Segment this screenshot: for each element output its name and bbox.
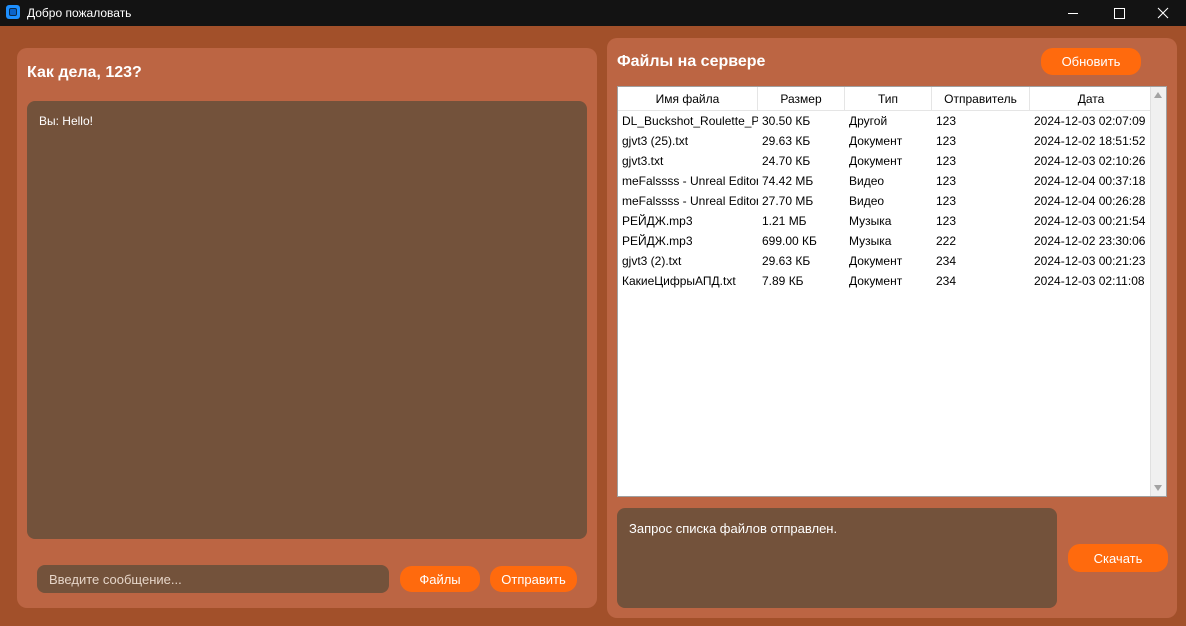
scroll-up-icon[interactable] (1154, 92, 1162, 98)
cell-date: 2024-12-02 18:51:52 (1034, 134, 1146, 148)
cell-type: Документ (849, 154, 903, 168)
column-header-date[interactable]: Дата (1030, 87, 1153, 111)
cell-type: Видео (849, 194, 885, 208)
cell-size: 1.21 МБ (762, 214, 807, 228)
chat-panel: Как дела, 123? Вы: Hello! Файлы Отправит… (17, 48, 597, 608)
status-area: Запрос списка файлов отправлен. (617, 508, 1057, 608)
cell-size: 30.50 КБ (762, 114, 811, 128)
send-button[interactable]: Отправить (490, 566, 577, 592)
cell-name: gjvt3.txt (622, 154, 664, 168)
chat-message: Вы: Hello! (39, 114, 93, 128)
cell-date: 2024-12-04 00:26:28 (1034, 194, 1146, 208)
cell-type: Другой (849, 114, 888, 128)
table-header: Имя файла Размер Тип Отправитель Дата (618, 87, 1153, 111)
table-row[interactable]: РЕЙДЖ.mp3 699.00 КБ Музыка 222 2024-12-0… (618, 231, 1153, 251)
table-row[interactable]: meFalssss - Unreal Editor 74.42 МБ Видео… (618, 171, 1153, 191)
cell-size: 29.63 КБ (762, 134, 811, 148)
cell-name: gjvt3 (25).txt (622, 134, 689, 148)
title-bar[interactable]: Добро пожаловать (0, 0, 1186, 26)
cell-type: Документ (849, 134, 903, 148)
cell-type: Документ (849, 254, 903, 268)
maximize-icon (1113, 7, 1125, 19)
table-row[interactable]: gjvt3 (2).txt 29.63 КБ Документ 234 2024… (618, 251, 1153, 271)
cell-sender: 123 (936, 134, 957, 148)
cell-sender: 123 (936, 154, 957, 168)
cell-type: Музыка (849, 214, 892, 228)
cell-name: DL_Buckshot_Roulette_P (622, 114, 758, 128)
maximize-button[interactable] (1096, 0, 1142, 26)
cell-size: 24.70 КБ (762, 154, 811, 168)
cell-name: РЕЙДЖ.mp3 (622, 214, 693, 228)
cell-date: 2024-12-04 00:37:18 (1034, 174, 1146, 188)
cell-size: 7.89 КБ (762, 274, 804, 288)
table-row[interactable]: meFalssss - Unreal Editor 27.70 МБ Видео… (618, 191, 1153, 211)
cell-sender: 123 (936, 214, 957, 228)
cell-date: 2024-12-03 02:07:09 (1034, 114, 1146, 128)
table-scrollbar[interactable] (1150, 87, 1166, 496)
download-button[interactable]: Скачать (1068, 544, 1168, 572)
table-row[interactable]: DL_Buckshot_Roulette_P 30.50 КБ Другой 1… (618, 111, 1153, 131)
window-title: Добро пожаловать (27, 6, 132, 20)
close-icon (1157, 7, 1169, 19)
cell-name: meFalssss - Unreal Editor (622, 174, 758, 188)
message-input[interactable] (37, 565, 389, 593)
column-header-sender[interactable]: Отправитель (932, 87, 1030, 111)
cell-name: КакиеЦифрыАПД.txt (622, 274, 736, 288)
cell-date: 2024-12-02 23:30:06 (1034, 234, 1146, 248)
cell-sender: 123 (936, 194, 957, 208)
chat-heading: Как дела, 123? (27, 64, 142, 81)
table-row[interactable]: gjvt3.txt 24.70 КБ Документ 123 2024-12-… (618, 151, 1153, 171)
table-row[interactable]: КакиеЦифрыАПД.txt 7.89 КБ Документ 234 2… (618, 271, 1153, 291)
cell-name: gjvt3 (2).txt (622, 254, 682, 268)
cell-type: Музыка (849, 234, 892, 248)
cell-type: Документ (849, 274, 903, 288)
cell-sender: 234 (936, 274, 957, 288)
files-table[interactable]: Имя файла Размер Тип Отправитель Дата DL… (617, 86, 1167, 497)
cell-size: 29.63 КБ (762, 254, 811, 268)
column-header-size[interactable]: Размер (758, 87, 845, 111)
table-row[interactable]: РЕЙДЖ.mp3 1.21 МБ Музыка 123 2024-12-03 … (618, 211, 1153, 231)
files-heading: Файлы на сервере (617, 53, 766, 70)
app-icon (6, 5, 20, 19)
status-message: Запрос списка файлов отправлен. (629, 521, 838, 536)
cell-sender: 234 (936, 254, 957, 268)
cell-type: Видео (849, 174, 885, 188)
cell-name: РЕЙДЖ.mp3 (622, 234, 693, 248)
scroll-down-icon[interactable] (1154, 485, 1162, 491)
files-panel: Файлы на сервере Обновить Имя файла Разм… (607, 38, 1177, 618)
cell-date: 2024-12-03 02:11:08 (1034, 274, 1145, 288)
cell-size: 27.70 МБ (762, 194, 814, 208)
close-button[interactable] (1140, 0, 1186, 26)
cell-date: 2024-12-03 00:21:23 (1034, 254, 1146, 268)
cell-name: meFalssss - Unreal Editor (622, 194, 758, 208)
cell-date: 2024-12-03 02:10:26 (1034, 154, 1146, 168)
cell-size: 699.00 КБ (762, 234, 817, 248)
cell-sender: 123 (936, 114, 957, 128)
table-row[interactable]: gjvt3 (25).txt 29.63 КБ Документ 123 202… (618, 131, 1153, 151)
cell-date: 2024-12-03 00:21:54 (1034, 214, 1146, 228)
column-header-type[interactable]: Тип (845, 87, 932, 111)
refresh-button[interactable]: Обновить (1041, 48, 1141, 75)
cell-sender: 123 (936, 174, 957, 188)
chat-messages-area[interactable]: Вы: Hello! (27, 101, 587, 539)
cell-size: 74.42 МБ (762, 174, 814, 188)
column-header-name[interactable]: Имя файла (618, 87, 758, 111)
cell-sender: 222 (936, 234, 957, 248)
app-window: Добро пожаловать Как дела, 123? Вы: Hell… (0, 0, 1186, 626)
files-button[interactable]: Файлы (400, 566, 480, 592)
minimize-button[interactable] (1050, 0, 1096, 26)
minimize-icon (1068, 12, 1078, 14)
